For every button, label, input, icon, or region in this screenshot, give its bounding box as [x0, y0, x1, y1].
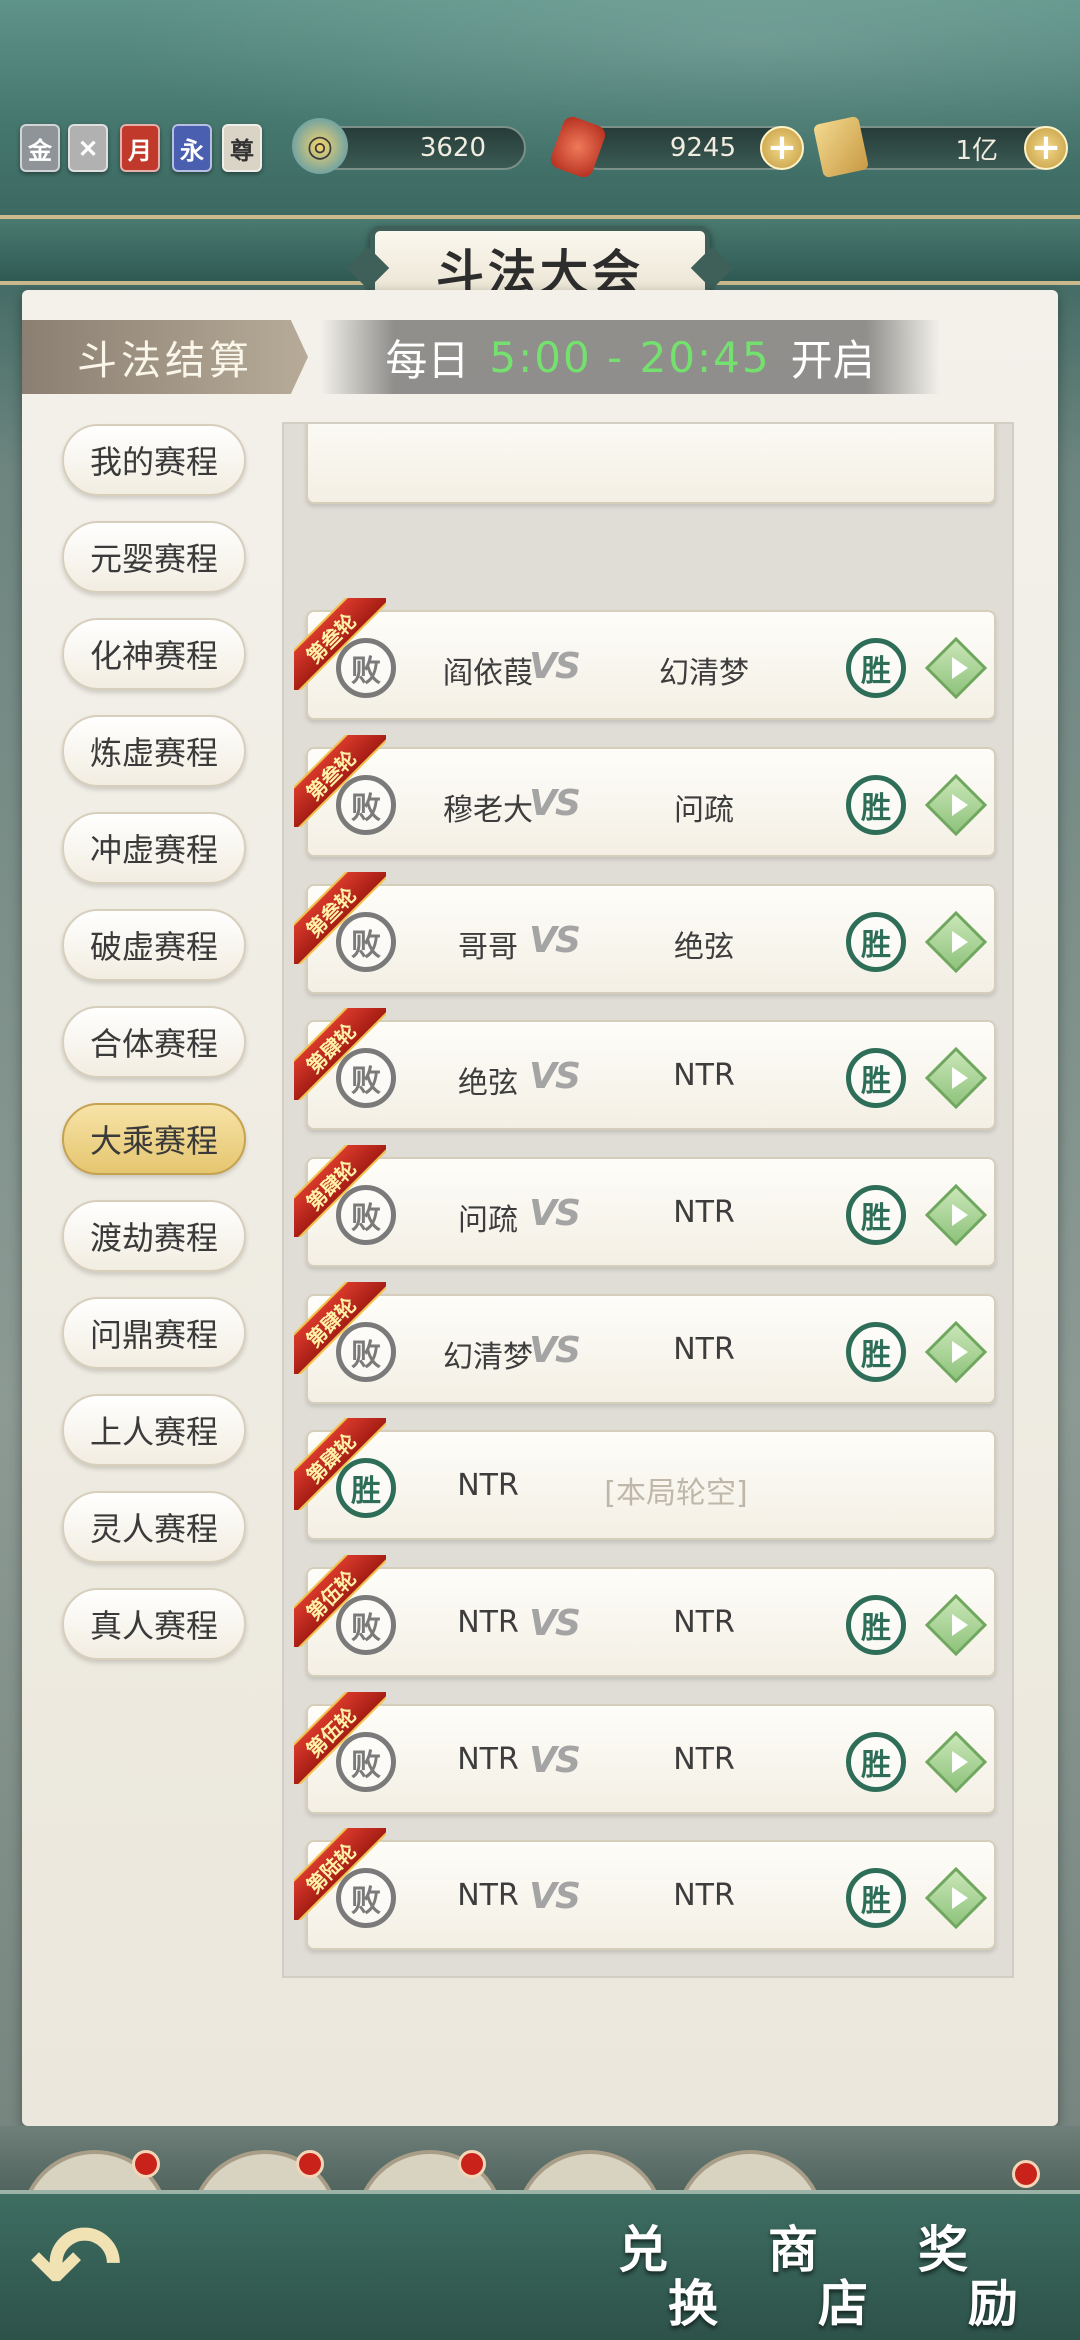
- match-row: 第陆轮 败 NTR VS NTR 胜: [294, 1828, 996, 1950]
- replay-button[interactable]: [924, 1046, 988, 1110]
- play-icon: [952, 1341, 968, 1363]
- win-seal-icon: 胜: [846, 1595, 906, 1655]
- play-icon: [952, 657, 968, 679]
- bye-label: [本局轮空]: [604, 1476, 748, 1511]
- lose-seal-icon: 败: [336, 1868, 396, 1928]
- add-red-crystal-button[interactable]: +: [760, 126, 804, 170]
- tier-poxu[interactable]: 破虚赛程: [62, 909, 246, 981]
- match-row-partial: [306, 424, 996, 504]
- match-row: 第肆轮 败 绝弦 VS NTR 胜: [294, 1008, 996, 1130]
- replay-button[interactable]: [924, 1183, 988, 1247]
- lose-seal-icon: 败: [336, 1322, 396, 1382]
- win-seal-icon: 胜: [846, 912, 906, 972]
- settle-tab[interactable]: 斗法结算: [22, 320, 308, 394]
- player-right: 幻清梦: [659, 656, 749, 691]
- notification-dot: [296, 2150, 324, 2178]
- lose-seal-icon: 败: [336, 1595, 396, 1655]
- moon-badge-icon[interactable]: 月: [120, 124, 160, 172]
- red-crystal-value: 9245: [669, 133, 736, 163]
- tier-chongxu[interactable]: 冲虚赛程: [62, 812, 246, 884]
- win-seal-icon: 胜: [846, 638, 906, 698]
- win-seal-icon: 胜: [846, 1048, 906, 1108]
- tier-wending[interactable]: 问鼎赛程: [62, 1297, 246, 1369]
- tier-huashen[interactable]: 化神赛程: [62, 618, 246, 690]
- replay-button[interactable]: [924, 773, 988, 837]
- replay-button[interactable]: [924, 1593, 988, 1657]
- lose-seal-icon: 败: [336, 1048, 396, 1108]
- player-right: NTR: [673, 1058, 735, 1093]
- schedule-prefix: 每日: [385, 335, 470, 385]
- tier-dacheng[interactable]: 大乘赛程: [62, 1103, 246, 1175]
- player-right: NTR: [673, 1332, 735, 1367]
- lose-seal-icon: 败: [336, 912, 396, 972]
- lose-seal-icon: 败: [336, 1185, 396, 1245]
- tier-lianxu[interactable]: 炼虚赛程: [62, 715, 246, 787]
- play-icon: [952, 1887, 968, 1909]
- resource-bar: 金 ✕ 月 永 尊 3620 ◎ 9245 + 1亿 +: [0, 114, 1080, 180]
- red-crystal-icon: [548, 114, 608, 180]
- notification-dot: [1012, 2160, 1040, 2188]
- tier-shangren[interactable]: 上人赛程: [62, 1394, 246, 1466]
- player-right: 绝弦: [674, 930, 734, 965]
- tier-yuanying[interactable]: 元婴赛程: [62, 521, 246, 593]
- match-row: 第伍轮 败 NTR VS NTR 胜: [294, 1692, 996, 1814]
- replay-button[interactable]: [924, 910, 988, 974]
- play-icon: [952, 1067, 968, 1089]
- exchange-button[interactable]: 兑 换: [618, 2210, 748, 2333]
- back-button[interactable]: ↶: [30, 2210, 230, 2320]
- play-icon: [952, 1614, 968, 1636]
- match-row: 第叁轮 败 哥哥 VS 绝弦 胜: [294, 872, 996, 994]
- schedule-banner: 每日 5:00 - 20:45 开启: [320, 320, 940, 394]
- play-icon: [952, 1204, 968, 1226]
- tier-lingren[interactable]: 灵人赛程: [62, 1491, 246, 1563]
- honor-badge-icon[interactable]: 尊: [222, 124, 262, 172]
- gold-badge-icon[interactable]: 金: [20, 124, 60, 172]
- player-right: 问疏: [674, 793, 734, 828]
- eternal-badge-icon[interactable]: 永: [172, 124, 212, 172]
- player-right: NTR: [673, 1605, 735, 1640]
- replay-button[interactable]: [924, 636, 988, 700]
- tier-my-schedule[interactable]: 我的赛程: [62, 424, 246, 496]
- replay-button[interactable]: [924, 1320, 988, 1384]
- crossed-swords-badge-icon[interactable]: ✕: [68, 124, 108, 172]
- match-row: 第叁轮 败 阎依葭 VS 幻清梦 胜: [294, 598, 996, 720]
- spirit-stone-icon: ◎: [292, 118, 348, 174]
- replay-button[interactable]: [924, 1866, 988, 1930]
- notification-dot: [132, 2150, 160, 2178]
- reward-button[interactable]: 奖 励: [918, 2210, 1048, 2333]
- tier-dujie[interactable]: 渡劫赛程: [62, 1200, 246, 1272]
- lose-seal-icon: 败: [336, 1732, 396, 1792]
- schedule-time: 5:00 - 20:45: [489, 332, 771, 382]
- tier-heti[interactable]: 合体赛程: [62, 1006, 246, 1078]
- match-row-bye: 第肆轮 胜 NTR [本局轮空]: [294, 1418, 996, 1540]
- replay-button[interactable]: [924, 1730, 988, 1794]
- win-seal-icon: 胜: [846, 775, 906, 835]
- match-row: 第伍轮 败 NTR VS NTR 胜: [294, 1555, 996, 1677]
- lose-seal-icon: 败: [336, 638, 396, 698]
- tier-zhenren[interactable]: 真人赛程: [62, 1588, 246, 1660]
- add-scroll-button[interactable]: +: [1024, 126, 1068, 170]
- notification-dot: [458, 2150, 486, 2178]
- spirit-stone-value: 3620: [419, 133, 486, 163]
- win-seal-icon: 胜: [846, 1732, 906, 1792]
- win-seal-icon: 胜: [846, 1322, 906, 1382]
- win-seal-icon: 胜: [846, 1868, 906, 1928]
- player-right: NTR: [673, 1742, 735, 1777]
- player-right: NTR: [673, 1878, 735, 1913]
- shop-button[interactable]: 商 店: [768, 2210, 898, 2333]
- player-right: NTR: [673, 1195, 735, 1230]
- scroll-value: 1亿: [955, 135, 998, 166]
- match-list[interactable]: 第叁轮 败 阎依葭 VS 幻清梦 胜 第叁轮 败 穆老大 VS 问疏 胜 第叁轮…: [282, 422, 1014, 1978]
- win-seal-icon: 胜: [846, 1185, 906, 1245]
- play-icon: [952, 794, 968, 816]
- schedule-suffix: 开启: [790, 335, 875, 385]
- play-icon: [952, 931, 968, 953]
- player-left: NTR: [457, 1468, 519, 1503]
- play-icon: [952, 1751, 968, 1773]
- lose-seal-icon: 败: [336, 775, 396, 835]
- match-row: 第叁轮 败 穆老大 VS 问疏 胜: [294, 735, 996, 857]
- match-row: 第肆轮 败 幻清梦 VS NTR 胜: [294, 1282, 996, 1404]
- match-row: 第肆轮 败 问疏 VS NTR 胜: [294, 1145, 996, 1267]
- win-seal-icon: 胜: [336, 1458, 396, 1518]
